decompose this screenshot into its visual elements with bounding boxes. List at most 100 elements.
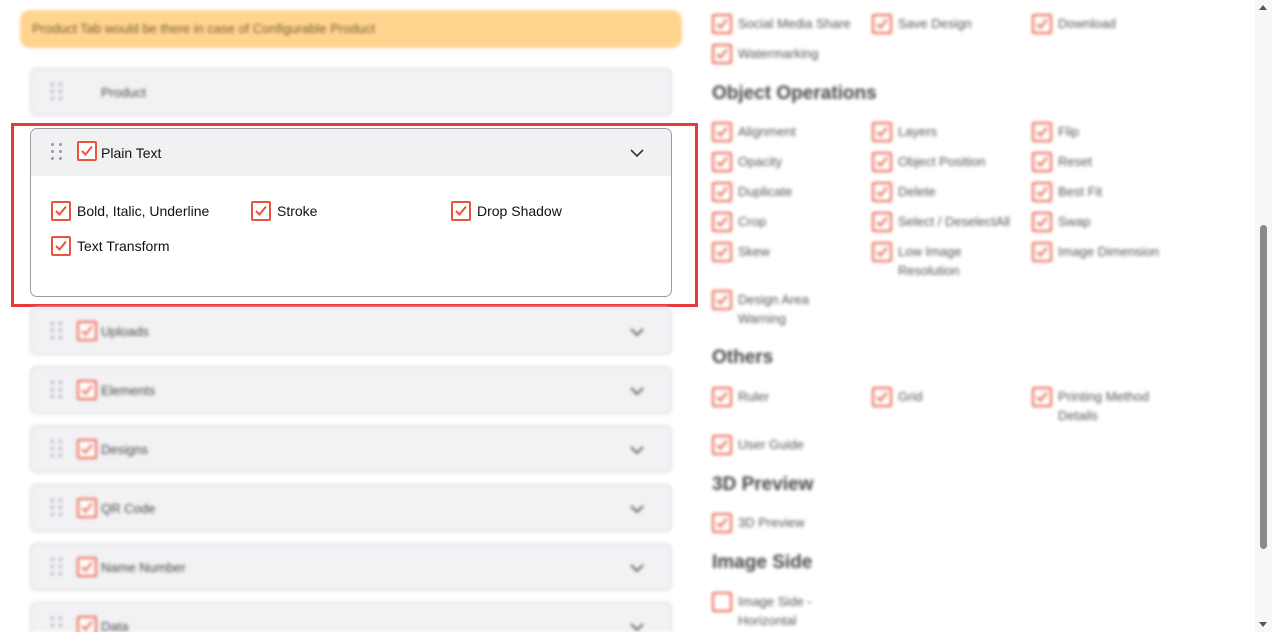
- scroll-up-arrow-icon[interactable]: [1259, 5, 1267, 10]
- accordion-checkbox[interactable]: [77, 380, 97, 400]
- accordion-checkbox[interactable]: [77, 498, 97, 518]
- option-download[interactable]: Download: [1032, 14, 1183, 34]
- option-opacity[interactable]: Opacity: [712, 152, 863, 172]
- accordion-product[interactable]: Product: [30, 68, 672, 116]
- option-3d-preview[interactable]: 3D Preview: [712, 513, 863, 533]
- accordion-designs[interactable]: Designs: [30, 425, 672, 473]
- option-object-position[interactable]: Object Position: [872, 152, 1023, 172]
- accordion-uploads[interactable]: Uploads: [30, 307, 672, 355]
- option-watermarking[interactable]: Watermarking: [712, 44, 863, 64]
- option-checkbox[interactable]: [451, 201, 471, 221]
- option-reset[interactable]: Reset: [1032, 152, 1183, 172]
- scroll-down-arrow-icon[interactable]: [1259, 622, 1267, 627]
- option-grid[interactable]: Grid: [872, 387, 1023, 407]
- option-checkbox-unchecked[interactable]: [712, 592, 732, 612]
- option-checkbox[interactable]: [1032, 14, 1052, 34]
- drag-handle-icon[interactable]: [49, 497, 65, 519]
- option-checkbox[interactable]: [251, 201, 271, 221]
- option-checkbox[interactable]: [1032, 152, 1052, 172]
- option-delete[interactable]: Delete: [872, 182, 1023, 202]
- option-layers[interactable]: Layers: [872, 122, 1023, 142]
- option-social-media-share[interactable]: Social Media Share: [712, 14, 863, 34]
- option-text-transform[interactable]: Text Transform: [51, 236, 170, 256]
- option-checkbox[interactable]: [712, 122, 732, 142]
- drag-handle-icon[interactable]: [49, 615, 65, 632]
- chevron-down-icon[interactable]: [629, 501, 645, 517]
- drag-handle-icon[interactable]: [49, 141, 65, 163]
- option-printing-method-details[interactable]: Printing Method Details: [1032, 387, 1163, 425]
- option-image-side-horizontal[interactable]: Image Side - Horizontal: [712, 592, 828, 630]
- option-checkbox[interactable]: [1032, 242, 1052, 262]
- option-user-guide[interactable]: User Guide: [712, 435, 863, 455]
- drag-handle-icon[interactable]: [49, 556, 65, 578]
- checkmark-icon: [876, 18, 888, 29]
- chevron-down-icon[interactable]: [629, 619, 645, 632]
- option-select-deselect-all[interactable]: Select / DeselectAll: [872, 212, 1023, 232]
- option-drop-shadow[interactable]: Drop Shadow: [451, 201, 562, 221]
- accordion-elements[interactable]: Elements: [30, 366, 672, 414]
- option-label: Stroke: [277, 203, 318, 219]
- option-flip[interactable]: Flip: [1032, 122, 1183, 142]
- option-checkbox[interactable]: [872, 152, 892, 172]
- option-checkbox[interactable]: [1032, 212, 1052, 232]
- option-checkbox[interactable]: [872, 122, 892, 142]
- accordion-header[interactable]: Plain Text: [31, 129, 671, 176]
- accordion-name-number[interactable]: Name Number: [30, 543, 672, 591]
- checkmark-icon: [455, 205, 467, 216]
- checkmark-icon: [1036, 246, 1048, 257]
- plain-text-checkbox[interactable]: [77, 141, 97, 161]
- option-checkbox[interactable]: [712, 44, 732, 64]
- accordion-qr-code[interactable]: QR Code: [30, 484, 672, 532]
- option-label: Delete: [898, 184, 936, 199]
- option-checkbox[interactable]: [712, 182, 732, 202]
- option-checkbox[interactable]: [712, 435, 732, 455]
- chevron-down-icon[interactable]: [629, 560, 645, 576]
- scrollbar-thumb[interactable]: [1260, 225, 1267, 549]
- accordion-checkbox[interactable]: [77, 321, 97, 341]
- option-checkbox[interactable]: [712, 212, 732, 232]
- option-image-dimension[interactable]: Image Dimension: [1032, 242, 1183, 262]
- chevron-down-icon[interactable]: [629, 442, 645, 458]
- option-checkbox[interactable]: [712, 242, 732, 262]
- option-crop[interactable]: Crop: [712, 212, 863, 232]
- option-checkbox[interactable]: [51, 201, 71, 221]
- option-checkbox[interactable]: [51, 236, 71, 256]
- accordion-data[interactable]: Data: [30, 602, 672, 632]
- option-checkbox[interactable]: [872, 212, 892, 232]
- option-checkbox[interactable]: [712, 290, 732, 310]
- drag-handle-icon[interactable]: [49, 81, 65, 103]
- chevron-down-icon[interactable]: [629, 145, 645, 161]
- option-stroke[interactable]: Stroke: [251, 201, 317, 221]
- option-checkbox[interactable]: [712, 387, 732, 407]
- accordion-checkbox[interactable]: [77, 439, 97, 459]
- drag-handle-icon[interactable]: [49, 379, 65, 401]
- option-duplicate[interactable]: Duplicate: [712, 182, 863, 202]
- drag-handle-icon[interactable]: [49, 320, 65, 342]
- option-skew[interactable]: Skew: [712, 242, 863, 262]
- option-best-fit[interactable]: Best Fit: [1032, 182, 1183, 202]
- chevron-down-icon[interactable]: [629, 324, 645, 340]
- option-bold-italic-underline[interactable]: Bold, Italic, Underline: [51, 201, 209, 221]
- option-checkbox[interactable]: [712, 14, 732, 34]
- option-checkbox[interactable]: [872, 387, 892, 407]
- option-checkbox[interactable]: [712, 513, 732, 533]
- option-checkbox[interactable]: [712, 152, 732, 172]
- accordion-checkbox[interactable]: [77, 616, 97, 632]
- option-save-design[interactable]: Save Design: [872, 14, 1023, 34]
- option-checkbox[interactable]: [872, 182, 892, 202]
- option-checkbox[interactable]: [1032, 182, 1052, 202]
- option-alignment[interactable]: Alignment: [712, 122, 863, 142]
- option-design-area-warning[interactable]: Design Area Warning: [712, 290, 818, 328]
- option-low-image-resolution[interactable]: Low Image Resolution: [872, 242, 978, 280]
- option-swap[interactable]: Swap: [1032, 212, 1183, 232]
- vertical-scrollbar[interactable]: [1255, 0, 1272, 632]
- option-label: Alignment: [738, 124, 796, 139]
- chevron-down-icon[interactable]: [629, 383, 645, 399]
- option-checkbox[interactable]: [1032, 122, 1052, 142]
- drag-handle-icon[interactable]: [49, 438, 65, 460]
- option-checkbox[interactable]: [872, 242, 892, 262]
- option-ruler[interactable]: Ruler: [712, 387, 863, 407]
- option-checkbox[interactable]: [872, 14, 892, 34]
- accordion-checkbox[interactable]: [77, 557, 97, 577]
- option-checkbox[interactable]: [1032, 387, 1052, 407]
